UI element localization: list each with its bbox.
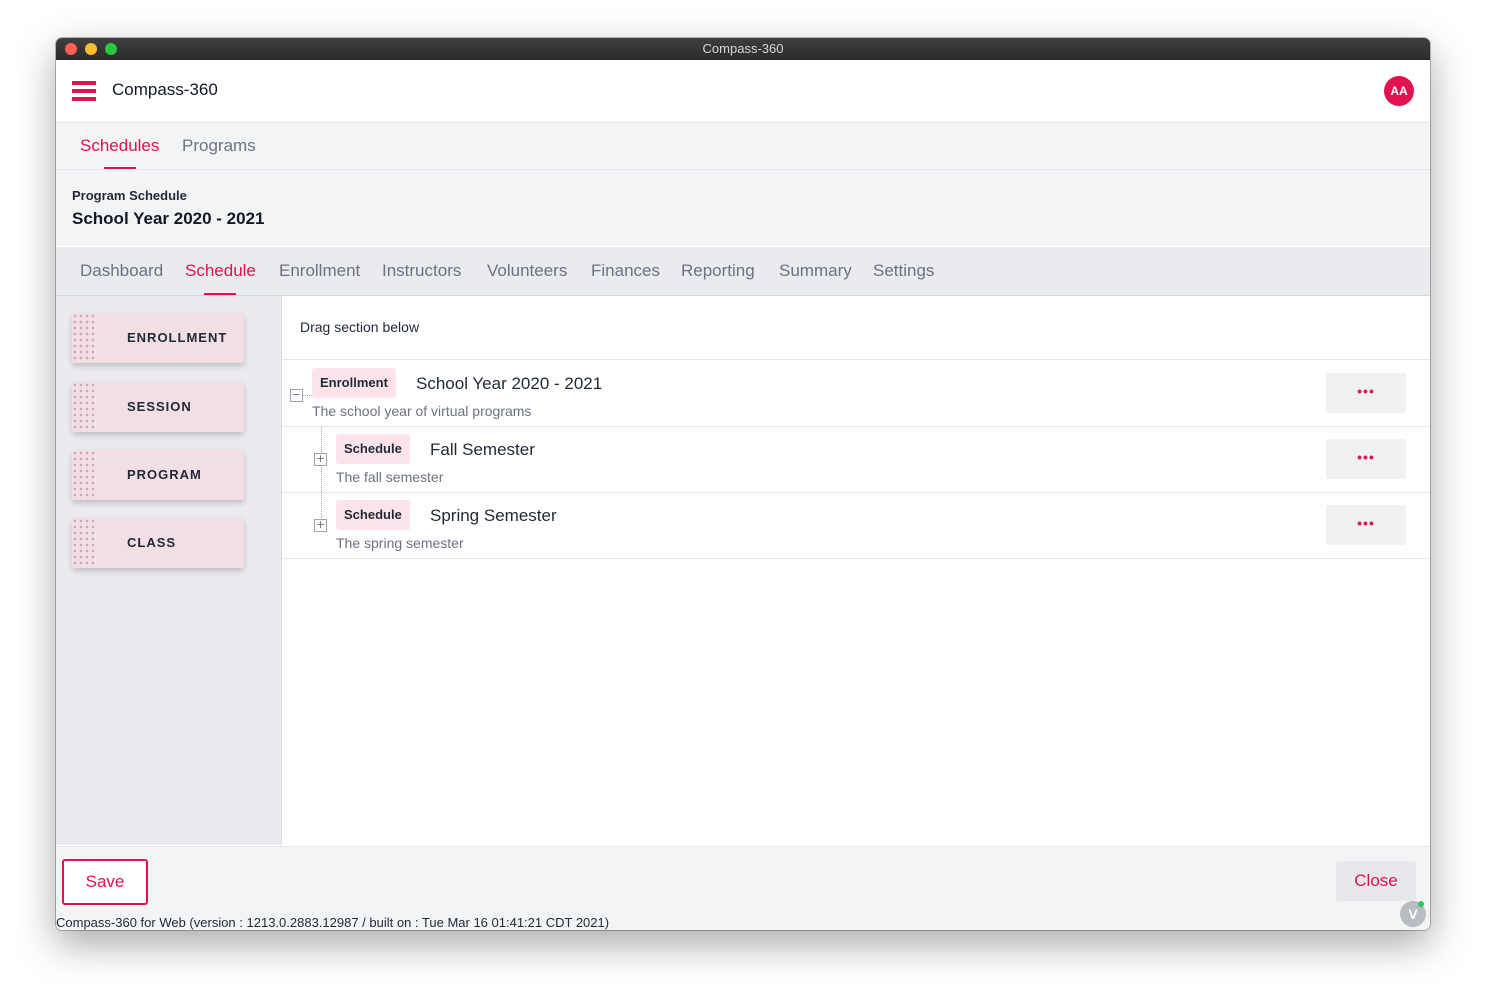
expand-icon[interactable]: +: [314, 453, 327, 466]
tree-row-spring-semester[interactable]: + Schedule Spring Semester The spring se…: [282, 492, 1430, 559]
row-type-badge: Schedule: [336, 434, 410, 464]
drag-item-session[interactable]: SESSION: [72, 382, 244, 432]
drag-item-enrollment[interactable]: ENROLLMENT: [72, 313, 244, 363]
program-header: Program Schedule School Year 2020 - 2021: [56, 170, 1430, 246]
row-type-badge: Enrollment: [312, 368, 396, 398]
tree-row-fall-semester[interactable]: + Schedule Fall Semester The fall semest…: [282, 426, 1430, 493]
drag-handle-icon[interactable]: [72, 518, 94, 568]
drag-item-label: SESSION: [127, 399, 192, 414]
close-window-icon[interactable]: [65, 43, 77, 55]
more-options-button[interactable]: •••: [1326, 373, 1406, 413]
drag-handle-icon[interactable]: [72, 382, 94, 432]
tab-finances[interactable]: Finances: [591, 247, 660, 295]
close-button[interactable]: Close: [1336, 861, 1416, 901]
window-title: Compass-360: [702, 41, 784, 56]
drag-item-class[interactable]: CLASS: [72, 518, 244, 568]
tab-volunteers[interactable]: Volunteers: [487, 247, 567, 295]
program-schedule-label: Program Schedule: [72, 188, 187, 203]
footer: Save Close Compass-360 for Web (version …: [56, 846, 1430, 930]
top-tabs: Schedules Programs: [56, 123, 1430, 170]
row-type-badge: Schedule: [336, 500, 410, 530]
status-dot-icon: [1418, 901, 1424, 907]
tree-row-enrollment[interactable]: − Enrollment School Year 2020 - 2021 The…: [282, 360, 1430, 427]
expand-icon[interactable]: +: [314, 519, 327, 532]
tab-programs[interactable]: Programs: [182, 123, 256, 169]
row-title: Spring Semester: [430, 506, 557, 525]
drag-hint-text: Drag section below: [300, 319, 420, 335]
tab-schedule[interactable]: Schedule: [185, 247, 256, 295]
tab-reporting[interactable]: Reporting: [681, 247, 755, 295]
collapse-icon[interactable]: −: [290, 389, 303, 402]
page-title: School Year 2020 - 2021: [72, 209, 265, 228]
avatar[interactable]: AA: [1384, 76, 1414, 106]
more-options-button[interactable]: •••: [1326, 439, 1406, 479]
row-description: The spring semester: [336, 535, 464, 551]
version-info: Compass-360 for Web (version : 1213.0.28…: [56, 915, 610, 930]
maximize-window-icon[interactable]: [105, 43, 117, 55]
app-bar: Compass-360 AA: [56, 60, 1430, 123]
drag-item-label: ENROLLMENT: [127, 330, 228, 345]
section-palette: ENROLLMENT SESSION PROGRAM CLASS: [56, 296, 282, 845]
tab-dashboard[interactable]: Dashboard: [80, 247, 163, 295]
drag-item-label: PROGRAM: [127, 467, 202, 482]
tab-enrollment[interactable]: Enrollment: [279, 247, 360, 295]
drag-item-label: CLASS: [127, 535, 177, 550]
hamburger-icon[interactable]: [72, 81, 96, 101]
app-title: Compass-360: [112, 80, 218, 99]
save-button[interactable]: Save: [62, 859, 148, 905]
drop-zone[interactable]: Drag section below: [282, 296, 1430, 360]
tab-summary[interactable]: Summary: [779, 247, 852, 295]
schedule-tree-panel: Drag section below − Enrollment School Y…: [282, 296, 1430, 845]
row-description: The fall semester: [336, 469, 444, 485]
drag-handle-icon[interactable]: [72, 450, 94, 500]
drag-item-program[interactable]: PROGRAM: [72, 450, 244, 500]
row-title: Fall Semester: [430, 440, 535, 459]
app-window: Compass-360 Compass-360 AA Schedules Pro…: [56, 38, 1430, 930]
tab-schedules[interactable]: Schedules: [80, 123, 159, 169]
window-titlebar: Compass-360: [56, 38, 1430, 60]
tab-settings[interactable]: Settings: [873, 247, 934, 295]
more-options-button[interactable]: •••: [1326, 505, 1406, 545]
section-tabs: Dashboard Schedule Enrollment Instructor…: [56, 247, 1430, 296]
tab-instructors[interactable]: Instructors: [382, 247, 461, 295]
row-description: The school year of virtual programs: [312, 403, 532, 419]
row-title: School Year 2020 - 2021: [416, 374, 603, 393]
drag-handle-icon[interactable]: [72, 313, 94, 363]
minimize-window-icon[interactable]: [85, 43, 97, 55]
